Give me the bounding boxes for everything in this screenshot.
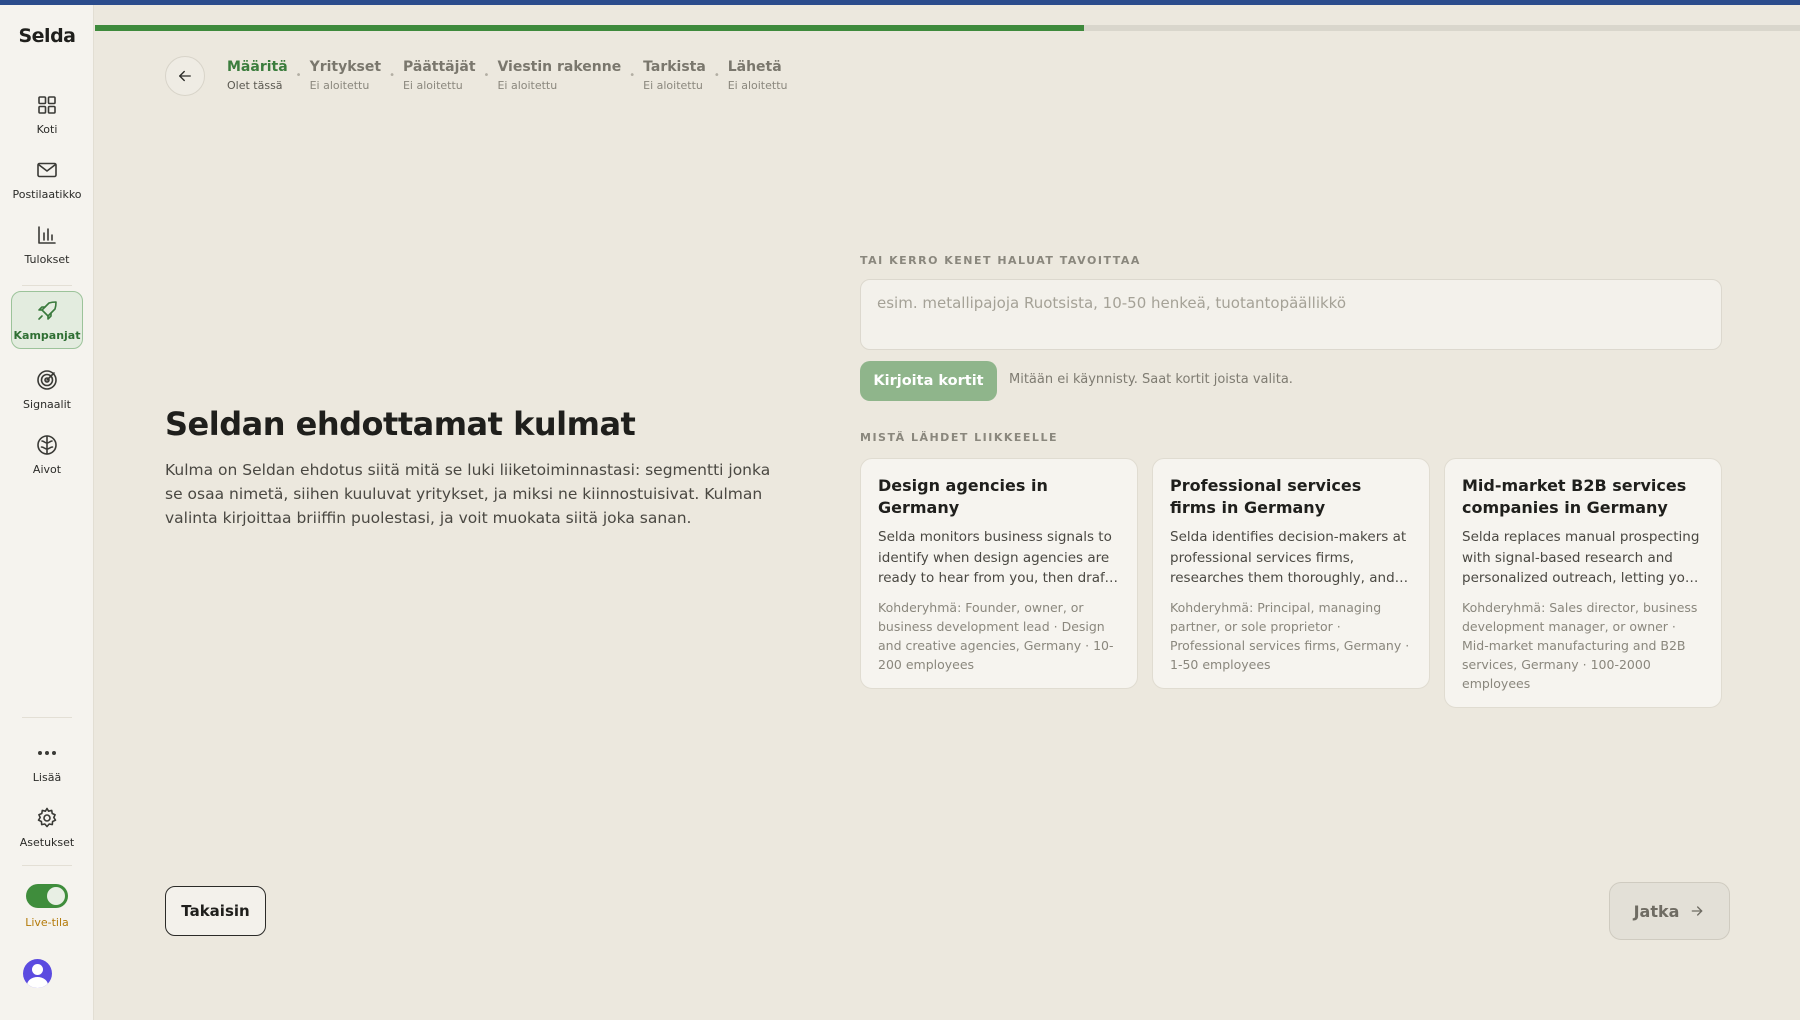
- step-title: Päättäjät: [402, 59, 476, 75]
- step-status: Ei aloitettu: [727, 79, 788, 92]
- rocket-icon: [38, 300, 57, 320]
- step-separator: •: [483, 70, 490, 81]
- angle-card[interactable]: Design agencies in Germany Selda monitor…: [860, 458, 1138, 689]
- gear-icon: [37, 807, 57, 827]
- sidebar-item-koti[interactable]: Koti: [11, 85, 83, 143]
- step-laheta[interactable]: Lähetä Ei aloitettu: [728, 58, 788, 94]
- sidebar-item-label: Postilaatikko: [12, 187, 82, 201]
- avatar-body: [27, 977, 48, 988]
- sidebar-item-tulokset[interactable]: Tulokset: [11, 215, 83, 273]
- step-viestin-rakenne[interactable]: Viestin rakenne Ei aloitettu: [497, 58, 621, 94]
- toggle-knob: [47, 887, 65, 905]
- sidebar-item-asetukset[interactable]: Asetukset: [11, 798, 83, 856]
- card-meta: Kohderyhmä: Principal, managing partner,…: [1170, 599, 1410, 672]
- sidebar-divider: [22, 285, 72, 286]
- bar-chart-icon: [38, 225, 56, 244]
- live-mode-toggle[interactable]: [26, 884, 68, 908]
- top-accent-strip: [0, 0, 1800, 5]
- continue-button-label: Jatka: [1633, 901, 1680, 921]
- step-status: Olet tässä: [227, 79, 283, 92]
- sidebar-divider: [22, 717, 72, 718]
- step-separator: •: [713, 70, 720, 81]
- card-meta: Kohderyhmä: Founder, owner, or business …: [878, 599, 1114, 672]
- grid-icon: [38, 95, 56, 114]
- card-title: Professional services firms in Germany: [1170, 476, 1362, 517]
- target-description-input[interactable]: [860, 279, 1722, 350]
- write-cards-button[interactable]: Kirjoita kortit: [860, 361, 997, 401]
- avatar-head: [32, 964, 43, 975]
- step-status: Ei aloitettu: [497, 79, 558, 92]
- card-description: Selda monitors business signals to ident…: [878, 529, 1117, 586]
- card-description: Selda replaces manual prospecting with s…: [1462, 529, 1700, 586]
- arrow-left-icon: [179, 70, 191, 82]
- radar-icon: [37, 369, 57, 390]
- card-title: Mid-market B2B services companies in Ger…: [1462, 476, 1687, 517]
- custom-target-label: TAI KERRO KENET HALUAT TAVOITTAA: [860, 254, 1141, 267]
- sidebar-item-aivot[interactable]: Aivot: [11, 425, 83, 483]
- page-description: Kulma on Seldan ehdotus siitä mitä se lu…: [165, 461, 771, 527]
- wizard-steps: Määritä Olet tässä • Yritykset Ei aloite…: [227, 58, 787, 94]
- sidebar-item-label: Aivot: [32, 462, 62, 476]
- step-status: Ei aloitettu: [402, 79, 463, 92]
- sidebar-item-kampanjat[interactable]: Kampanjat: [11, 291, 83, 349]
- back-arrow-button[interactable]: [165, 56, 205, 96]
- card-description: Selda identifies decision-makers at prof…: [1170, 529, 1407, 586]
- step-status: Ei aloitettu: [643, 79, 703, 92]
- sidebar: Selda Koti Postilaatikko Tulokset Kampan…: [0, 5, 94, 1020]
- sidebar-item-label: Koti: [36, 122, 58, 136]
- step-tarkista[interactable]: Tarkista Ei aloitettu: [643, 58, 706, 94]
- sidebar-item-label: Asetukset: [19, 835, 75, 849]
- wizard-progress-fill: [95, 25, 1084, 31]
- step-title: Viestin rakenne: [497, 59, 622, 75]
- live-mode-label: Live-tila: [25, 916, 69, 929]
- step-title: Lähetä: [727, 59, 782, 75]
- card-meta: Kohderyhmä: Sales director, business dev…: [1462, 599, 1698, 691]
- write-cards-hint: Mitään ei käynnisty. Saat kortit joista …: [1009, 372, 1293, 387]
- step-title: Määritä: [227, 59, 288, 75]
- step-yritykset[interactable]: Yritykset Ei aloitettu: [310, 58, 382, 94]
- sidebar-divider: [22, 865, 72, 866]
- step-separator: •: [389, 70, 395, 81]
- step-separator: •: [629, 70, 636, 81]
- step-status: Ei aloitettu: [309, 79, 370, 92]
- sidebar-item-label: Lisää: [32, 770, 62, 784]
- angle-card[interactable]: Mid-market B2B services companies in Ger…: [1444, 458, 1722, 708]
- more-dots-icon: [37, 750, 56, 755]
- sidebar-item-label: Signaalit: [23, 397, 71, 411]
- sidebar-item-label: Kampanjat: [13, 328, 81, 342]
- arrow-right-icon: [1692, 906, 1703, 916]
- sidebar-item-label: Tulokset: [24, 252, 70, 266]
- cards-section-label: MISTÄ LÄHDET LIIKKEELLE: [860, 431, 1058, 444]
- sidebar-item-lisaa[interactable]: Lisää: [11, 733, 83, 791]
- back-button[interactable]: Takaisin: [165, 886, 266, 936]
- user-avatar[interactable]: [23, 959, 52, 988]
- page-title: Seldan ehdottamat kulmat: [165, 405, 636, 443]
- sidebar-item-signaalit[interactable]: Signaalit: [11, 360, 83, 418]
- card-title: Design agencies in Germany: [878, 476, 1048, 517]
- step-title: Tarkista: [643, 59, 706, 75]
- continue-button[interactable]: Jatka: [1609, 882, 1730, 940]
- step-title: Yritykset: [309, 59, 382, 75]
- step-maarita[interactable]: Määritä Olet tässä: [227, 58, 288, 94]
- sidebar-item-postilaatikko[interactable]: Postilaatikko: [11, 150, 83, 208]
- step-paattajat[interactable]: Päättäjät Ei aloitettu: [403, 58, 476, 94]
- angle-card[interactable]: Professional services firms in Germany S…: [1152, 458, 1430, 689]
- step-separator: •: [295, 70, 302, 81]
- brain-icon: [37, 434, 57, 455]
- app-logo[interactable]: Selda: [0, 25, 94, 47]
- wizard-progress-bar: [95, 25, 1800, 31]
- mail-icon: [37, 162, 57, 177]
